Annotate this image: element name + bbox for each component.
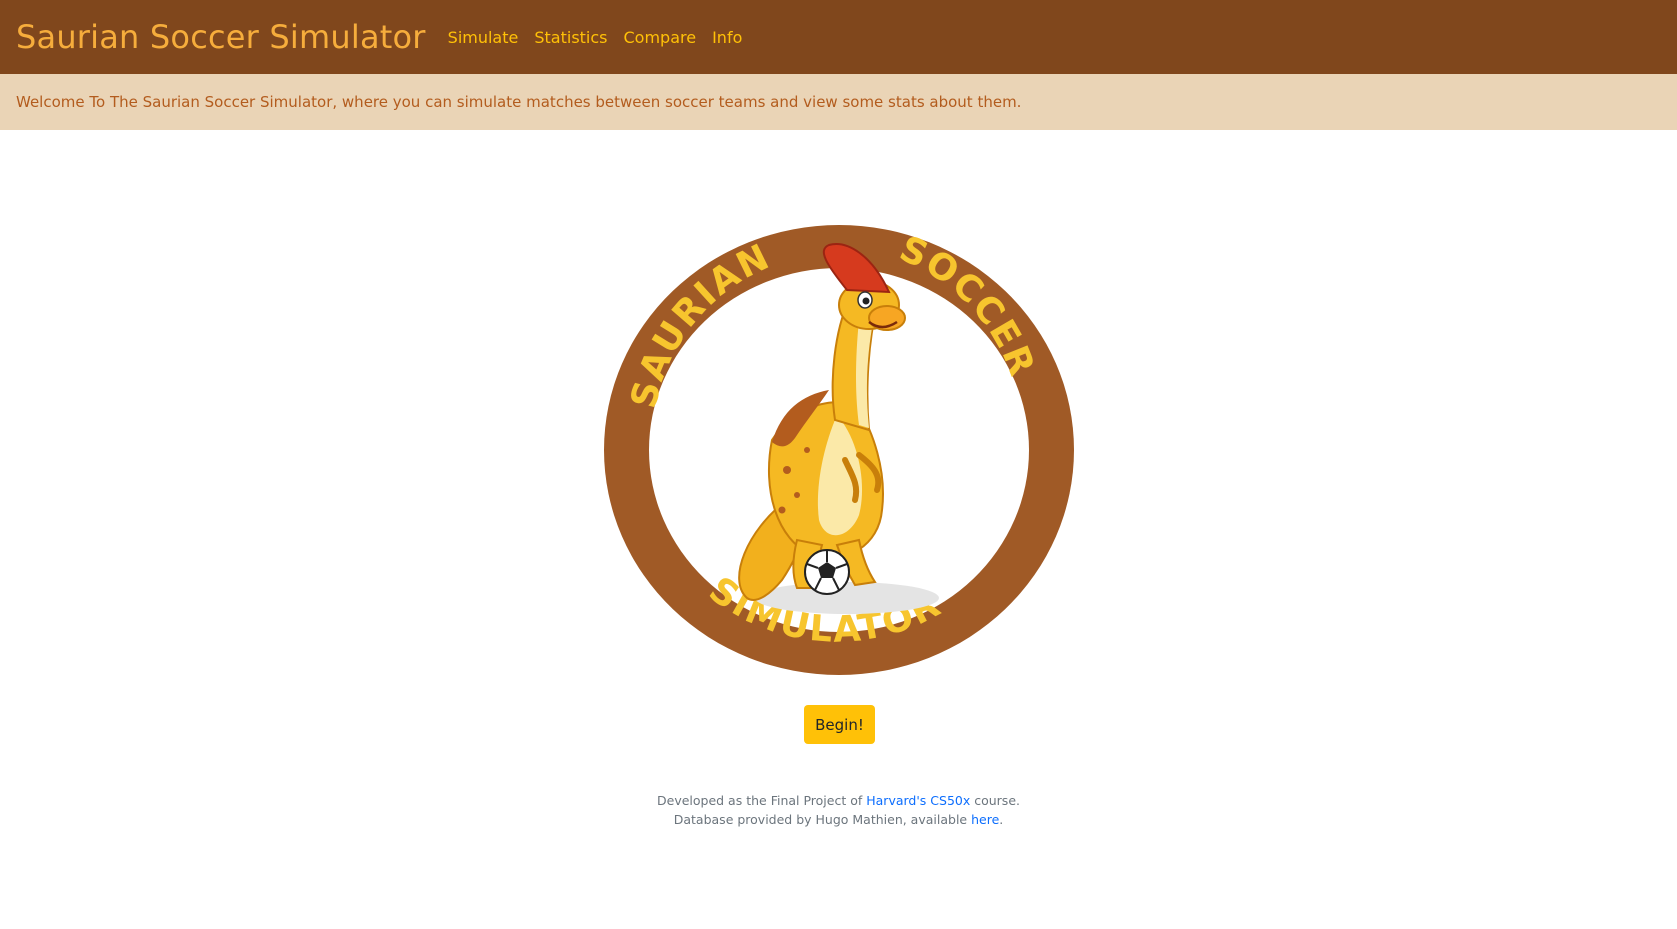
footer-line-2-suffix: . xyxy=(999,812,1004,827)
footer-line-2: Database provided by Hugo Mathien, avail… xyxy=(0,810,1677,829)
cs50x-link[interactable]: Harvard's CS50x xyxy=(866,793,970,808)
footer-line-2-prefix: Database provided by Hugo Mathien, avail… xyxy=(673,812,972,827)
nav-link-statistics[interactable]: Statistics xyxy=(534,28,607,47)
welcome-text: Welcome To The Saurian Soccer Simulator,… xyxy=(16,93,1022,111)
nav-links: Simulate Statistics Compare Info xyxy=(448,28,759,47)
logo: SAURIAN SOCCER SIMULATOR xyxy=(597,210,1082,685)
nav-link-compare[interactable]: Compare xyxy=(624,28,697,47)
nav-link-simulate[interactable]: Simulate xyxy=(448,28,519,47)
footer-line-1-suffix: course. xyxy=(970,793,1020,808)
navbar: Saurian Soccer Simulator Simulate Statis… xyxy=(0,0,1677,74)
begin-button[interactable]: Begin! xyxy=(804,705,875,744)
footer: Developed as the Final Project of Harvar… xyxy=(0,791,1677,829)
database-link[interactable]: here xyxy=(971,812,999,827)
logo-image: SAURIAN SOCCER SIMULATOR xyxy=(604,225,1074,675)
footer-line-1: Developed as the Final Project of Harvar… xyxy=(0,791,1677,810)
welcome-alert: Welcome To The Saurian Soccer Simulator,… xyxy=(0,74,1677,130)
nav-link-info[interactable]: Info xyxy=(712,28,742,47)
brand-link[interactable]: Saurian Soccer Simulator xyxy=(16,18,426,56)
footer-line-1-prefix: Developed as the Final Project of xyxy=(657,793,867,808)
